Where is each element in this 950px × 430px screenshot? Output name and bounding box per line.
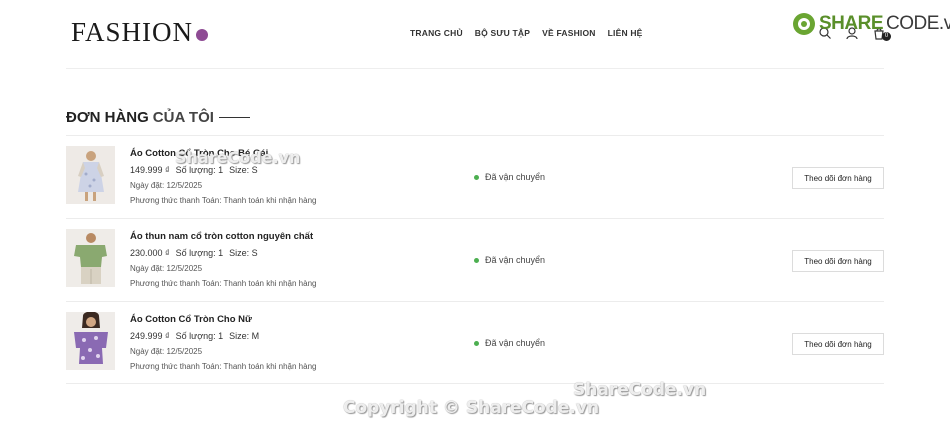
product-size: Size: S [229,248,258,258]
payment-method: Phương thức thanh Toán: Thanh toán khi n… [130,196,317,205]
order-info: Áo Cotton Cổ Tròn Cho Nữ 249.999 ₫ Số lượ… [130,314,316,371]
order-info: Áo thun nam cổ tròn cotton nguyên chất 2… [130,231,316,288]
title-dash [218,117,250,118]
logo-text: FASHION [71,17,194,47]
sharecode-leaf-icon [793,13,815,35]
header-divider [66,68,884,69]
page-title: ĐƠN HÀNG CỦA TÔI [66,109,250,126]
order-status: Đã vận chuyển [474,338,545,348]
product-price: 149.999 ₫ [130,165,170,175]
nav-contact[interactable]: LIÊN HỆ [608,28,643,38]
product-size: Size: M [229,331,260,341]
sharecode-logo-watermark: SHARECODE.vn [792,12,950,36]
product-price: 230.000 ₫ [130,248,170,258]
order-status: Đã vận chuyển [474,255,545,265]
status-dot-icon [474,174,479,180]
page-title-rest: CỦA TÔI [152,109,214,126]
site-logo[interactable]: FASHION [71,17,209,48]
nav-collection[interactable]: BỘ SƯU TẬP [475,28,530,38]
payment-method: Phương thức thanh Toán: Thanh toán khi n… [130,362,317,371]
product-name[interactable]: Áo Cotton Cổ Tròn Cho Nữ [130,314,316,325]
logo-dot [196,29,209,41]
product-quantity: Số lượng: 1 [175,248,224,258]
watermark-text: ShareCode.vn [175,148,301,167]
status-label: Đã vận chuyển [485,172,546,182]
product-image-women-blouse[interactable] [66,312,115,370]
order-date: Ngày đặt: 12/5/2025 [130,347,203,356]
payment-method: Phương thức thanh Toán: Thanh toán khi n… [130,279,317,288]
order-date: Ngày đặt: 12/5/2025 [130,181,203,190]
order-row: Áo Cotton Cổ Tròn Cho Nữ 249.999 ₫ Số lượ… [66,301,884,384]
status-label: Đã vận chuyển [485,255,546,265]
track-order-button[interactable]: Theo dõi đơn hàng [792,250,884,272]
copyright-watermark: Copyright © ShareCode.vn [343,398,600,418]
status-label: Đã vận chuyển [485,338,546,348]
watermark-code-text: CODE.vn [886,13,950,34]
product-price: 249.999 ₫ [130,331,170,341]
product-quantity: Số lượng: 1 [175,331,224,341]
product-image-men-tshirt[interactable] [66,229,115,287]
status-dot-icon [474,340,479,346]
order-status: Đã vận chuyển [474,172,545,182]
track-order-button[interactable]: Theo dõi đơn hàng [792,167,884,189]
product-image-girl-dress[interactable] [66,146,115,204]
product-name[interactable]: Áo thun nam cổ tròn cotton nguyên chất [130,231,316,242]
order-list: Áo Cotton Cổ Tròn Cho Bé Gái 149.999 ₫ Số… [66,135,884,384]
track-order-button[interactable]: Theo dõi đơn hàng [792,333,884,355]
nav-about[interactable]: VỀ FASHION [542,28,595,38]
order-meta: 249.999 ₫ Số lượng: 1 Size: M [130,331,316,341]
order-row: Áo thun nam cổ tròn cotton nguyên chất 2… [66,218,884,301]
order-meta: 230.000 ₫ Số lượng: 1 Size: S [130,248,316,258]
main-nav: TRANG CHỦ BỘ SƯU TẬP VỀ FASHION LIÊN HỆ [410,28,643,38]
watermark-text: ShareCode.vn [573,380,707,400]
status-dot-icon [474,257,479,263]
nav-home[interactable]: TRANG CHỦ [410,28,463,38]
order-date: Ngày đặt: 12/5/2025 [130,264,203,273]
page-title-bold: ĐƠN HÀNG [66,109,149,126]
watermark-share-text: SHARE [819,13,884,34]
